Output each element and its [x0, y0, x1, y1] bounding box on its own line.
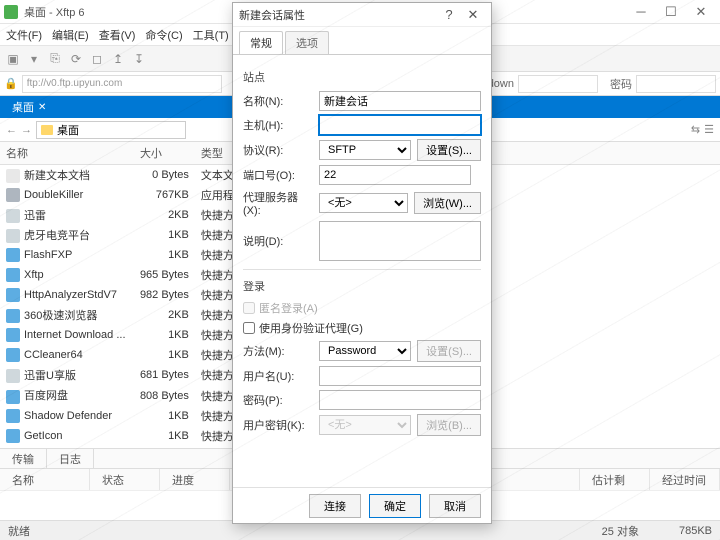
file-icon — [6, 328, 20, 342]
app-icon — [4, 5, 18, 19]
input-user[interactable] — [319, 366, 481, 386]
file-icon — [6, 248, 20, 262]
file-icon — [6, 229, 20, 243]
dialog-title: 新建会话属性 — [239, 7, 437, 23]
close-button[interactable]: ✕ — [686, 2, 716, 22]
tcol-status[interactable]: 状态 — [90, 469, 160, 490]
menu-view[interactable]: 查看(V) — [99, 27, 136, 43]
url-input[interactable] — [22, 75, 222, 93]
forward-icon[interactable]: → — [21, 124, 32, 136]
input-desc[interactable] — [319, 221, 481, 261]
dialog-tab-general[interactable]: 常规 — [239, 31, 283, 54]
file-icon — [6, 348, 20, 362]
button-method-settings: 设置(S)... — [417, 340, 481, 362]
dialog-titlebar[interactable]: 新建会话属性 ? ✕ — [233, 3, 491, 27]
tcol-eta[interactable]: 估计剩余... — [580, 469, 650, 490]
check-usekey[interactable] — [243, 322, 255, 334]
sync-icon[interactable]: ⇆ — [691, 123, 700, 136]
menu-edit[interactable]: 编辑(E) — [52, 27, 89, 43]
button-cancel[interactable]: 取消 — [429, 494, 481, 518]
tab-transfer[interactable]: 传输 — [0, 449, 47, 469]
status-totalsize: 785KB — [679, 525, 712, 537]
list-icon[interactable]: ☰ — [704, 123, 714, 136]
check-anon — [243, 302, 255, 314]
file-icon — [6, 169, 20, 183]
path-value: 桌面 — [57, 122, 79, 138]
lock-icon: 🔒 — [4, 77, 18, 90]
dialog-footer: 连接 确定 取消 — [233, 487, 491, 523]
tcol-elapsed[interactable]: 经过时间 — [650, 469, 720, 490]
tab-close-icon[interactable]: ✕ — [38, 102, 46, 113]
input-host[interactable] — [319, 115, 481, 135]
maximize-button[interactable]: ☐ — [656, 2, 686, 22]
label-desc: 说明(D): — [243, 233, 313, 249]
button-ok[interactable]: 确定 — [369, 494, 421, 518]
menu-tools[interactable]: 工具(T) — [193, 27, 229, 43]
tcol-name[interactable]: 名称 — [0, 469, 90, 490]
label-host: 主机(H): — [243, 117, 313, 133]
tab-label: 桌面 — [12, 99, 34, 115]
dialog-close-icon[interactable]: ✕ — [461, 7, 485, 23]
pass-input[interactable] — [636, 75, 716, 93]
input-port[interactable] — [319, 165, 471, 185]
file-icon — [6, 369, 20, 383]
file-icon — [6, 429, 20, 443]
section-site: 站点 — [243, 69, 481, 85]
label-method: 方法(M): — [243, 343, 313, 359]
dialog-tabs: 常规 选项 — [233, 27, 491, 55]
col-name[interactable]: 名称 — [0, 142, 134, 165]
label-name: 名称(N): — [243, 93, 313, 109]
refresh-icon[interactable]: ⟳ — [67, 50, 85, 68]
label-port: 端口号(O): — [243, 167, 313, 183]
select-protocol[interactable]: SFTP — [319, 140, 411, 160]
download-icon[interactable]: ↧ — [130, 50, 148, 68]
label-protocol: 协议(R): — [243, 142, 313, 158]
label-usekey: 使用身份验证代理(G) — [259, 320, 363, 336]
user-input[interactable] — [518, 75, 598, 93]
new-session-dialog: 新建会话属性 ? ✕ 常规 选项 站点 名称(N): 主机(H): 协议(R):… — [232, 2, 492, 524]
file-icon — [6, 188, 20, 202]
status-ready: 就绪 — [8, 523, 30, 539]
select-userkey: <无> — [319, 415, 411, 435]
path-input[interactable]: 桌面 — [36, 121, 186, 139]
file-icon — [6, 209, 20, 223]
upload-icon[interactable]: ↥ — [109, 50, 127, 68]
minimize-button[interactable]: ─ — [626, 2, 656, 22]
select-method[interactable]: Password — [319, 341, 411, 361]
menu-commands[interactable]: 命令(C) — [145, 27, 182, 43]
input-pass[interactable] — [319, 390, 481, 410]
select-proxy[interactable]: <无> — [319, 193, 408, 213]
button-connect[interactable]: 连接 — [309, 494, 361, 518]
back-icon[interactable]: ← — [6, 124, 17, 136]
label-anon: 匿名登录(A) — [259, 300, 318, 316]
new-icon[interactable]: ▣ — [4, 50, 22, 68]
tab-desktop[interactable]: 桌面 ✕ — [0, 96, 58, 118]
pass-label: 密码 — [610, 76, 632, 92]
button-protocol-settings[interactable]: 设置(S)... — [417, 139, 481, 161]
status-objects: 25 对象 — [602, 523, 639, 539]
stop-icon[interactable]: ◻ — [88, 50, 106, 68]
col-size[interactable]: 大小 — [134, 142, 195, 165]
button-proxy-browse[interactable]: 浏览(W)... — [414, 192, 481, 214]
tab-log[interactable]: 日志 — [47, 449, 94, 469]
file-icon — [6, 309, 20, 323]
save-icon[interactable]: ⎘ — [46, 50, 64, 68]
label-userkey: 用户密钥(K): — [243, 417, 313, 433]
menu-file[interactable]: 文件(F) — [6, 27, 42, 43]
dialog-help-icon[interactable]: ? — [437, 7, 461, 22]
dialog-tab-options[interactable]: 选项 — [285, 31, 329, 54]
label-pass: 密码(P): — [243, 392, 313, 408]
file-icon — [6, 288, 20, 302]
open-icon[interactable]: ▾ — [25, 50, 43, 68]
file-icon — [6, 268, 20, 282]
tcol-progress[interactable]: 进度 — [160, 469, 230, 490]
file-icon — [6, 390, 20, 404]
label-proxy: 代理服务器(X): — [243, 189, 313, 217]
section-login: 登录 — [243, 278, 481, 294]
file-icon — [6, 409, 20, 423]
label-user: 用户名(U): — [243, 368, 313, 384]
button-userkey-browse: 浏览(B)... — [417, 414, 481, 436]
folder-icon — [41, 125, 53, 135]
input-name[interactable] — [319, 91, 481, 111]
